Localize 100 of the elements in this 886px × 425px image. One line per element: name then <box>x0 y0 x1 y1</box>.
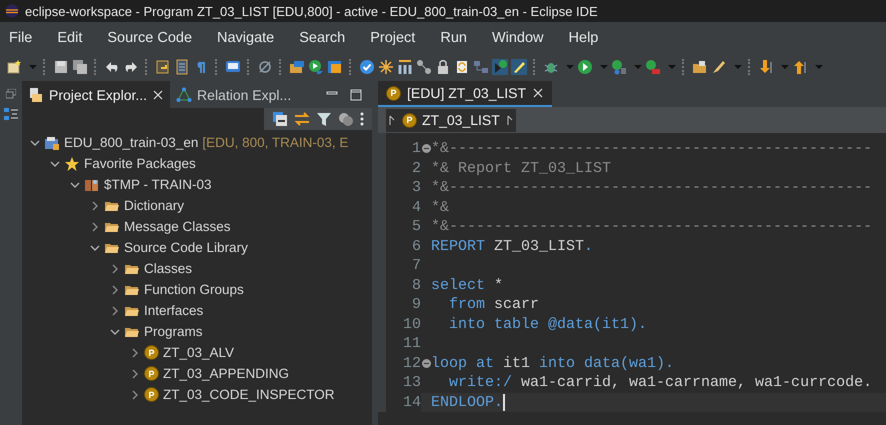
tree-item[interactable]: Source Code Library <box>124 240 248 255</box>
tree-item[interactable]: ZT_03_ALV <box>163 345 234 360</box>
play-icon[interactable] <box>308 59 324 75</box>
save-all-icon[interactable] <box>72 59 88 75</box>
chevron-down-icon[interactable] <box>70 180 80 190</box>
arrow-down-icon[interactable] <box>758 59 774 75</box>
code-line: *& <box>431 198 450 216</box>
collapse-all-icon[interactable] <box>272 111 288 127</box>
line-number: 11 <box>402 335 421 352</box>
tree-item[interactable]: Favorite Packages <box>84 156 196 171</box>
monitor-icon[interactable] <box>225 59 241 75</box>
tree-item[interactable]: Function Groups <box>144 282 244 297</box>
window-title: eclipse-workspace - Program ZT_03_LIST [EDU,800] - active - EDU_800_train-03_en - Eclipse IDE <box>25 4 598 18</box>
brush-icon[interactable] <box>711 59 727 75</box>
program-icon: P <box>386 86 401 100</box>
chevron-right-icon[interactable] <box>130 368 140 378</box>
refresh-document-icon[interactable] <box>454 59 470 75</box>
line-number: 8 <box>412 276 421 294</box>
chevron-down-icon[interactable] <box>90 242 100 252</box>
chevron-right-icon[interactable] <box>110 306 120 316</box>
filter-icon[interactable] <box>316 111 332 127</box>
lock-icon[interactable] <box>435 59 451 75</box>
line-number: 1 <box>412 140 421 158</box>
more-icon[interactable] <box>360 111 364 127</box>
chevron-down-icon[interactable] <box>110 326 120 336</box>
open-folder-icon[interactable] <box>289 59 305 75</box>
fold-icon[interactable] <box>422 358 430 368</box>
line-number: 9 <box>412 296 421 314</box>
menu-item[interactable]: File <box>2 30 40 46</box>
code-line: *&----------------------------------------------- <box>431 140 872 158</box>
window-icon[interactable] <box>327 59 343 75</box>
nodes-icon[interactable] <box>416 59 432 75</box>
run-config-icon[interactable] <box>611 59 627 75</box>
star-icon <box>64 156 80 172</box>
tree-item[interactable]: Classes <box>144 261 192 276</box>
arrow-up-icon[interactable] <box>792 59 808 75</box>
restore-icon[interactable] <box>6 89 16 99</box>
chevron-right-icon[interactable] <box>130 348 140 358</box>
chevron-right-icon[interactable] <box>90 222 100 232</box>
program-icon: P <box>144 345 159 360</box>
tree-item-decoration: [EDU, 800, TRAIN-03, E <box>202 135 348 150</box>
menu-item[interactable]: Source Code <box>100 30 200 46</box>
new-file-icon[interactable] <box>6 59 22 75</box>
code-line: ENDLOOP. <box>431 394 504 411</box>
chevron-right-icon[interactable] <box>110 264 120 274</box>
code-line: from scarr <box>448 296 540 314</box>
folder-icon[interactable] <box>692 59 708 75</box>
line-number: 13 <box>402 374 421 392</box>
tree-item[interactable]: Dictionary <box>124 198 184 213</box>
editor-tab[interactable]: P [EDU] ZT_03_LIST <box>378 81 552 107</box>
line-number: 10 <box>402 316 421 333</box>
line-number: 12 <box>402 354 421 372</box>
highlighter-icon[interactable] <box>511 59 527 75</box>
tree-item[interactable]: Message Classes <box>124 219 231 234</box>
breadcrumb-item[interactable]: P ZT_03_LIST <box>398 108 504 132</box>
line-number: 7 <box>412 257 421 274</box>
menu-item[interactable]: Project <box>363 30 422 46</box>
code-line: REPORT ZT_03_LIST. <box>431 238 594 255</box>
line-number: 3 <box>412 179 421 196</box>
tree-item[interactable]: ZT_03_APPENDING <box>163 366 290 381</box>
menu-item[interactable]: Search <box>292 30 352 46</box>
sparkle-icon[interactable] <box>378 59 394 75</box>
chevron-right-icon[interactable] <box>90 200 100 210</box>
redo-icon[interactable] <box>123 59 139 75</box>
link-arrows-icon[interactable] <box>294 111 310 127</box>
run-toolbox-icon[interactable] <box>645 59 661 75</box>
text-cursor <box>503 394 506 411</box>
tree-item[interactable]: ZT_03_CODE_INSPECTOR <box>163 387 335 402</box>
save-icon[interactable] <box>53 59 69 75</box>
outline-icon[interactable] <box>3 107 19 121</box>
fold-icon[interactable] <box>422 144 430 154</box>
maximize-icon[interactable] <box>350 88 362 100</box>
menu-item[interactable]: Window <box>484 30 551 46</box>
chevron-down-icon[interactable] <box>30 138 40 148</box>
document-icon[interactable] <box>174 59 190 75</box>
code-line: *& Report ZT_03_LIST <box>431 160 612 177</box>
tree-item[interactable]: EDU_800_train-03_en <box>64 135 198 150</box>
menu-item[interactable]: Navigate <box>210 30 282 46</box>
line-number: 6 <box>412 238 421 255</box>
code-line: *&----------------------------------------------- <box>431 179 872 196</box>
tree-item[interactable]: $TMP - TRAIN-03 <box>104 177 212 192</box>
code-line: select * <box>431 276 504 294</box>
view-tab[interactable]: Project Explor... <box>22 81 170 108</box>
chevron-right-icon[interactable] <box>130 390 140 400</box>
chevron-down-icon[interactable] <box>50 158 60 168</box>
close-icon[interactable] <box>532 87 544 99</box>
project-icon <box>44 134 60 150</box>
code-line: write:/ wa1-carrid, wa1-carrname, wa1-currcode. <box>448 374 872 392</box>
run-icon[interactable] <box>577 59 593 75</box>
menu-item[interactable]: Edit <box>50 30 90 46</box>
menu-item[interactable]: Help <box>562 30 606 46</box>
program-icon: P <box>144 366 159 381</box>
code-line: into table @data(it1). <box>448 316 648 333</box>
line-number: 2 <box>412 160 421 177</box>
tree-item[interactable]: Programs <box>144 324 203 339</box>
close-icon[interactable] <box>152 88 164 100</box>
chevron-right-icon[interactable] <box>110 284 120 294</box>
tree-item[interactable]: Interfaces <box>144 303 204 318</box>
menu-item[interactable]: Run <box>433 30 474 46</box>
check-circle-icon[interactable] <box>359 59 375 75</box>
